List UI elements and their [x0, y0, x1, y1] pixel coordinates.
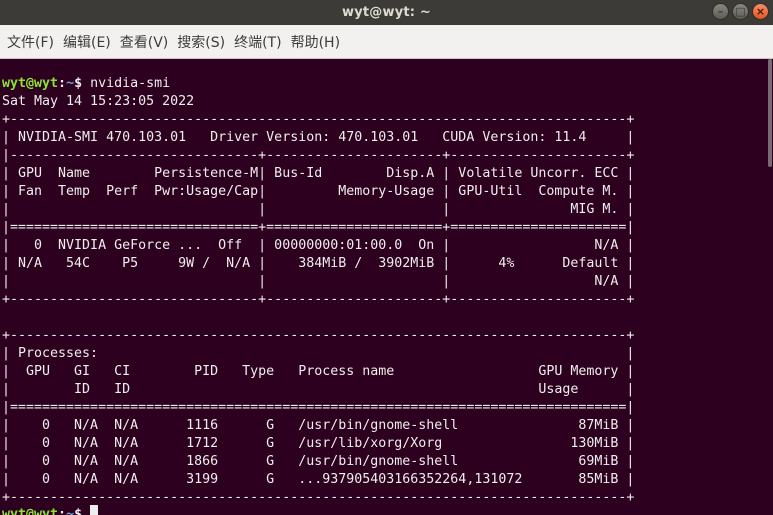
output-line: | 0 NVIDIA GeForce ... Off | 00000000:01…	[2, 238, 635, 253]
terminal-scrollbar[interactable]	[767, 59, 773, 515]
output-line: | | | N/A |	[2, 274, 635, 289]
active-prompt-line[interactable]: wyt@wyt:~$	[2, 505, 99, 515]
window-controls: – □ ×	[712, 3, 769, 20]
output-line: | ID ID Usage |	[2, 382, 635, 397]
menu-file[interactable]: 文件(F)	[5, 32, 61, 52]
output-line: | GPU GI CI PID Type Process name GPU Me…	[2, 364, 635, 379]
menu-edit[interactable]: 编辑(E)	[61, 32, 118, 52]
output-line: +-------------------------------+-------…	[2, 292, 635, 307]
output-line: | 0 N/A N/A 3199 G ...937905403166352264…	[2, 472, 635, 487]
menu-view[interactable]: 查看(V)	[118, 32, 176, 52]
output-line: | 0 N/A N/A 1116 G /usr/bin/gnome-shell …	[2, 418, 635, 433]
output-line: | Processes: |	[2, 346, 635, 361]
prompt-colon: :	[58, 76, 67, 91]
prompt-user-host: wyt@wyt	[2, 76, 59, 91]
menu-search[interactable]: 搜索(S)	[175, 32, 232, 52]
prompt-dollar: $	[74, 507, 83, 515]
prompt-path: ~	[66, 76, 75, 91]
output-line: | Fan Temp Perf Pwr:Usage/Cap| Memory-Us…	[2, 184, 635, 199]
output-line: +---------------------------------------…	[2, 112, 635, 127]
text-cursor	[90, 505, 99, 515]
output-line: +---------------------------------------…	[2, 328, 635, 343]
output-line: | 0 N/A N/A 1866 G /usr/bin/gnome-shell …	[2, 454, 635, 469]
minimize-button[interactable]: –	[712, 3, 729, 20]
prompt-user-host: wyt@wyt	[2, 507, 59, 515]
menu-help[interactable]: 帮助(H)	[289, 32, 347, 52]
prompt-command: nvidia-smi	[82, 76, 171, 91]
output-line: | NVIDIA-SMI 470.103.01 Driver Version: …	[2, 130, 635, 145]
window-titlebar[interactable]: wyt@wyt: ~ – □ ×	[0, 0, 773, 25]
close-button[interactable]: ×	[752, 3, 769, 20]
prompt-colon: :	[58, 507, 67, 515]
output-line: |-------------------------------+-------…	[2, 148, 635, 163]
command-prompt-line: wyt@wyt:~$ nvidia-smi	[2, 75, 170, 93]
output-line: | | | MIG M. |	[2, 202, 635, 217]
output-line: |===============================+=======…	[2, 220, 635, 235]
prompt-path: ~	[66, 507, 75, 515]
scrollbar-thumb[interactable]	[768, 59, 772, 167]
output-line: | N/A 54C P5 9W / N/A | 384MiB / 3902MiB…	[2, 256, 635, 271]
date-line: Sat May 14 15:23:05 2022	[2, 94, 195, 109]
window-title: wyt@wyt: ~	[341, 5, 431, 20]
maximize-button[interactable]: □	[732, 3, 749, 20]
output-line: | 0 N/A N/A 1712 G /usr/lib/xorg/Xorg 13…	[2, 436, 635, 451]
prompt-dollar: $	[74, 76, 83, 91]
menu-terminal[interactable]: 终端(T)	[232, 32, 288, 52]
output-line: | GPU Name Persistence-M| Bus-Id Disp.A …	[2, 166, 635, 181]
menu-bar: 文件(F) 编辑(E) 查看(V) 搜索(S) 终端(T) 帮助(H)	[0, 25, 773, 59]
terminal-area[interactable]: wyt@wyt:~$ nvidia-smi Sat May 14 15:23:0…	[0, 59, 773, 515]
output-line: |=======================================…	[2, 400, 635, 415]
